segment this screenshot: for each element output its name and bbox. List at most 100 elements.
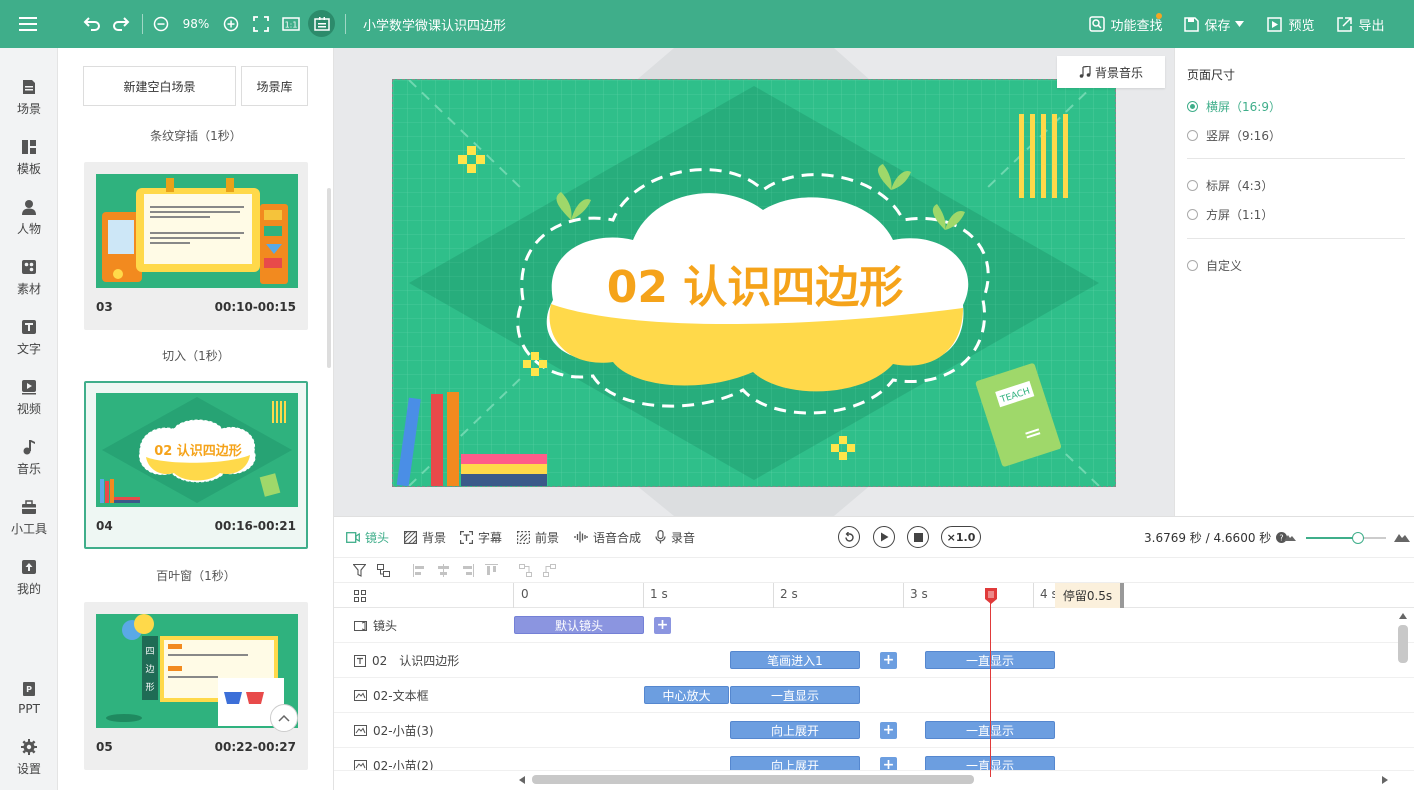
- radio-selected[interactable]: [1187, 101, 1198, 112]
- radio[interactable]: [1187, 260, 1198, 271]
- zoom-in-button[interactable]: [221, 0, 241, 48]
- nav-item-template[interactable]: 模板: [0, 132, 58, 184]
- nav-item-mine[interactable]: 我的: [0, 552, 58, 604]
- preview-button[interactable]: 预览: [1264, 0, 1318, 48]
- nav-item-text[interactable]: 文字: [0, 312, 58, 364]
- page-size-option-widescreen[interactable]: 横屏（16:9）: [1187, 98, 1281, 115]
- animation-bar[interactable]: 笔画进入1: [730, 651, 860, 669]
- filter-icon[interactable]: [353, 564, 366, 577]
- animation-bar[interactable]: 向上展开: [730, 721, 860, 739]
- track-label[interactable]: 02-文本框: [354, 678, 429, 713]
- layers-icon[interactable]: [377, 564, 390, 577]
- page-size-option-standard[interactable]: 标屏（4:3）: [1187, 177, 1273, 194]
- nav-item-material[interactable]: 素材: [0, 252, 58, 304]
- thumb-vertical-2: 边: [145, 664, 154, 675]
- align-right-icon[interactable]: [461, 564, 474, 577]
- nav-item-video[interactable]: 视频: [0, 372, 58, 424]
- add-animation-button[interactable]: +: [654, 617, 671, 634]
- page-size-option-square[interactable]: 方屏（1:1）: [1187, 206, 1273, 223]
- slider-handle[interactable]: [1352, 532, 1364, 544]
- feature-search-button[interactable]: 功能查找: [1086, 0, 1166, 48]
- ruler-settings-icon[interactable]: [354, 590, 366, 602]
- align-top-icon[interactable]: [485, 564, 498, 577]
- actual-size-button[interactable]: 1:1: [280, 0, 302, 48]
- undo-button[interactable]: [80, 0, 104, 48]
- zoom-in-mountain-icon[interactable]: [1394, 532, 1410, 542]
- track-label[interactable]: 镜头: [354, 608, 397, 643]
- nav-item-music[interactable]: 音乐: [0, 432, 58, 484]
- arrow-up-icon[interactable]: [1399, 613, 1407, 619]
- radio[interactable]: [1187, 130, 1198, 141]
- menu-button[interactable]: [0, 0, 56, 48]
- template-icon: [22, 140, 36, 154]
- page-size-option-portrait[interactable]: 竖屏（9:16）: [1187, 127, 1281, 144]
- track-label[interactable]: 02 认识四边形: [354, 643, 459, 678]
- stop-button[interactable]: [907, 526, 929, 548]
- save-button[interactable]: 保存: [1182, 0, 1246, 48]
- add-animation-button[interactable]: +: [880, 652, 897, 669]
- scrollbar-thumb[interactable]: [1398, 625, 1408, 663]
- transition-label[interactable]: 条纹穿插（1秒）: [58, 127, 334, 144]
- nav-item-character[interactable]: 人物: [0, 192, 58, 244]
- zoom-out-button[interactable]: [151, 0, 171, 48]
- ungroup-icon[interactable]: [543, 564, 556, 577]
- stage-canvas[interactable]: 02 认识四边形 TEACH: [392, 79, 1116, 487]
- playback-speed-button[interactable]: ×1.0: [941, 526, 981, 548]
- animation-bar[interactable]: 默认镜头: [514, 616, 644, 634]
- scrollbar-thumb[interactable]: [532, 775, 974, 784]
- zoom-out-mountain-icon[interactable]: [1284, 533, 1296, 541]
- add-animation-button[interactable]: +: [880, 757, 897, 770]
- project-title[interactable]: 小学数学微课认识四边形: [363, 0, 533, 48]
- arrow-right-icon[interactable]: [1382, 776, 1388, 784]
- timeline-ruler[interactable]: 0 1 s 2 s 3 s 4 s 停留0.5s: [334, 583, 1414, 608]
- tab-subtitle[interactable]: 字幕: [460, 517, 502, 557]
- distribute-icon[interactable]: [519, 564, 532, 577]
- new-blank-scene-button[interactable]: 新建空白场景: [83, 66, 236, 106]
- scene-panel-scrollbar[interactable]: [327, 188, 331, 368]
- play-button[interactable]: [873, 526, 895, 548]
- align-left-icon[interactable]: [413, 564, 426, 577]
- tab-camera[interactable]: 镜头: [346, 517, 389, 557]
- transition-label[interactable]: 切入（1秒）: [58, 347, 334, 364]
- nav-item-scene[interactable]: 场景: [0, 72, 58, 124]
- animation-bar[interactable]: 一直显示: [730, 686, 860, 704]
- radio[interactable]: [1187, 209, 1198, 220]
- playhead-line[interactable]: [990, 589, 991, 777]
- fullscreen-button[interactable]: [250, 0, 272, 48]
- add-animation-button[interactable]: +: [880, 722, 897, 739]
- scene-card-04[interactable]: 02 认识四边形 04 00:16-00:21: [84, 381, 308, 549]
- tab-recording[interactable]: 录音: [655, 517, 695, 557]
- scroll-top-button[interactable]: [270, 704, 298, 732]
- timeline-zoom-slider[interactable]: [1306, 532, 1386, 544]
- scene-04-preview: 02 认识四边形: [96, 393, 298, 507]
- radio[interactable]: [1187, 180, 1198, 191]
- transition-label[interactable]: 百叶窗（1秒）: [58, 567, 334, 584]
- tab-foreground[interactable]: 前景: [517, 517, 559, 557]
- arrow-left-icon[interactable]: [519, 776, 525, 784]
- export-button[interactable]: 导出: [1334, 0, 1388, 48]
- nav-item-tools[interactable]: 小工具: [0, 492, 58, 544]
- replay-button[interactable]: [838, 526, 860, 548]
- stage-title[interactable]: 02 认识四边形: [607, 262, 904, 313]
- redo-button[interactable]: [109, 0, 133, 48]
- align-center-icon[interactable]: [437, 564, 450, 577]
- pause-segment[interactable]: 停留0.5s: [1055, 583, 1120, 608]
- vertical-scrollbar[interactable]: [1396, 611, 1410, 773]
- tab-background[interactable]: 背景: [404, 517, 446, 557]
- animation-bar[interactable]: 中心放大: [644, 686, 729, 704]
- scene-card-03[interactable]: 03 00:10-00:15: [84, 162, 308, 330]
- track-label[interactable]: 02-小苗(2): [354, 748, 434, 770]
- background-music-button[interactable]: 背景音乐: [1057, 56, 1165, 88]
- nav-item-ppt[interactable]: P PPT: [0, 672, 58, 724]
- horizontal-scrollbar[interactable]: [514, 773, 1394, 787]
- subtitle-toggle-button[interactable]: [308, 10, 335, 37]
- scene-card-05[interactable]: 四 边 形 05 00:22-00:27: [84, 602, 308, 770]
- nav-item-settings[interactable]: 设置: [0, 732, 58, 784]
- playhead-handle-icon[interactable]: [985, 588, 997, 604]
- track-label[interactable]: 02-小苗(3): [354, 713, 434, 748]
- pause-handle[interactable]: [1120, 583, 1124, 608]
- page-size-option-custom[interactable]: 自定义: [1187, 257, 1242, 274]
- scene-library-button[interactable]: 场景库: [241, 66, 308, 106]
- tab-tts[interactable]: 语音合成: [574, 517, 641, 557]
- animation-bar[interactable]: 向上展开: [730, 756, 860, 770]
